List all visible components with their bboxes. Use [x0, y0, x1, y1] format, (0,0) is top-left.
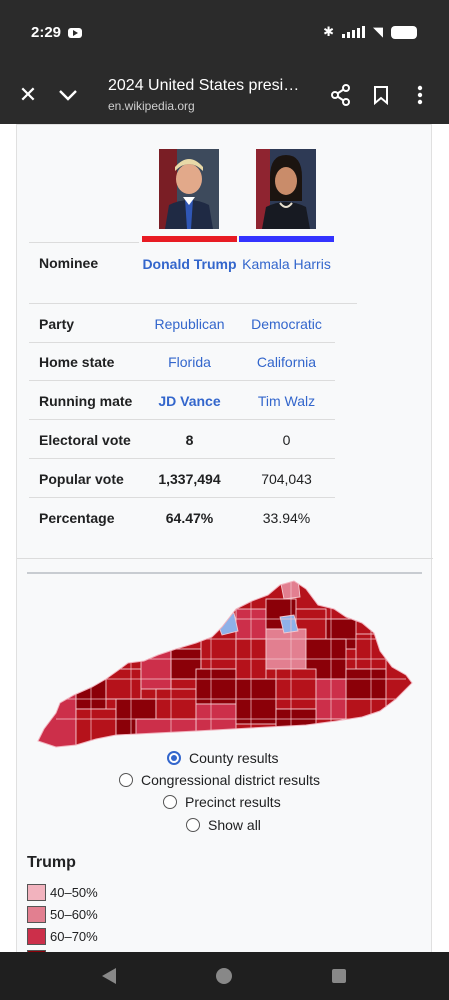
radio-label: Congressional district results — [141, 772, 320, 788]
legend-swatch — [27, 928, 46, 945]
republican-party-link[interactable]: Republican — [142, 316, 237, 332]
kentucky-county-results-map[interactable] — [36, 579, 414, 749]
radio-unselected-icon[interactable] — [186, 818, 200, 832]
harris-portrait[interactable] — [256, 149, 316, 229]
map-divider — [27, 572, 422, 574]
divider — [29, 242, 139, 243]
status-bar: 2:29 ✱ ◥ — [0, 0, 449, 66]
custom-tab-toolbar: ✕ 2024 United States presi… en.wikipedia… — [0, 66, 449, 124]
tim-walz-link[interactable]: Tim Walz — [239, 393, 334, 409]
divider — [29, 380, 335, 381]
youtube-notification-icon — [68, 28, 82, 38]
legend-item: 50–60% — [27, 906, 98, 923]
harris-electoral-vote: 0 — [282, 432, 291, 448]
wikipedia-page: Nominee Donald Trump Kamala Harris Party… — [0, 124, 449, 952]
legend-label: 40–50% — [50, 885, 98, 900]
divider — [17, 558, 433, 559]
trump-popular-vote: 1,337,494 — [158, 471, 221, 487]
radio-label: Precinct results — [185, 794, 281, 810]
row-label-home-state: Home state — [39, 354, 115, 370]
republican-color-bar — [142, 236, 237, 242]
page-title[interactable]: 2024 United States presi… — [108, 77, 299, 95]
radio-label: Show all — [208, 817, 261, 833]
legend-item: 40–50% — [27, 884, 98, 901]
radio-congressional-district-results[interactable]: Congressional district results — [119, 772, 320, 788]
harris-nominee-link[interactable]: Kamala Harris — [239, 253, 334, 275]
democratic-party-link[interactable]: Democratic — [239, 316, 334, 332]
legend-item: 60–70% — [27, 928, 98, 945]
battery-icon — [391, 25, 417, 39]
divider — [29, 458, 335, 459]
trump-portrait[interactable] — [159, 149, 219, 229]
legend-title: Trump — [27, 854, 76, 871]
radio-selected-icon[interactable] — [167, 751, 181, 765]
california-link[interactable]: California — [239, 354, 334, 370]
row-label-percentage: Percentage — [39, 510, 115, 526]
harris-percentage: 33.94% — [262, 510, 311, 526]
row-label-party: Party — [39, 316, 75, 332]
radio-label: County results — [189, 750, 279, 766]
signal-icon — [342, 26, 365, 38]
trump-percentage: 64.47% — [165, 510, 214, 526]
system-icons: ✱ ◥ — [323, 24, 417, 40]
legend-label: 60–70% — [50, 929, 98, 944]
jd-vance-link[interactable]: JD Vance — [142, 393, 237, 409]
bluetooth-icon: ✱ — [323, 24, 334, 39]
legend-swatch — [27, 906, 46, 923]
system-navigation-bar — [0, 952, 449, 1000]
radio-show-all[interactable]: Show all — [186, 817, 261, 833]
trump-electoral-vote: 8 — [185, 432, 194, 448]
divider — [29, 303, 357, 304]
radio-unselected-icon[interactable] — [163, 795, 177, 809]
radio-county-results[interactable]: County results — [167, 750, 278, 766]
trump-nominee-link[interactable]: Donald Trump — [142, 253, 237, 275]
row-label-running-mate: Running mate — [39, 393, 133, 409]
home-icon[interactable] — [216, 968, 232, 984]
radio-precinct-results[interactable]: Precinct results — [163, 794, 281, 810]
page-url[interactable]: en.wikipedia.org — [108, 99, 195, 113]
harris-popular-vote: 704,043 — [261, 471, 312, 487]
back-icon[interactable] — [102, 968, 116, 984]
more-menu-icon[interactable] — [404, 79, 436, 111]
divider — [29, 419, 335, 420]
chevron-down-icon[interactable] — [52, 79, 84, 111]
radio-unselected-icon[interactable] — [119, 773, 133, 787]
democratic-color-bar — [239, 236, 334, 242]
wifi-icon: ◥ — [373, 24, 383, 39]
divider — [29, 342, 335, 343]
row-label-nominee: Nominee — [39, 255, 99, 271]
legend-label: 50–60% — [50, 907, 98, 922]
row-label-electoral-vote: Electoral vote — [39, 432, 131, 448]
divider — [29, 497, 335, 498]
recent-apps-icon[interactable] — [332, 969, 346, 983]
legend-swatch — [27, 884, 46, 901]
florida-link[interactable]: Florida — [142, 354, 237, 370]
row-label-popular-vote: Popular vote — [39, 471, 124, 487]
clock: 2:29 — [31, 24, 62, 41]
bookmark-icon[interactable] — [365, 79, 397, 111]
close-icon[interactable]: ✕ — [12, 79, 44, 111]
share-icon[interactable] — [325, 79, 357, 111]
